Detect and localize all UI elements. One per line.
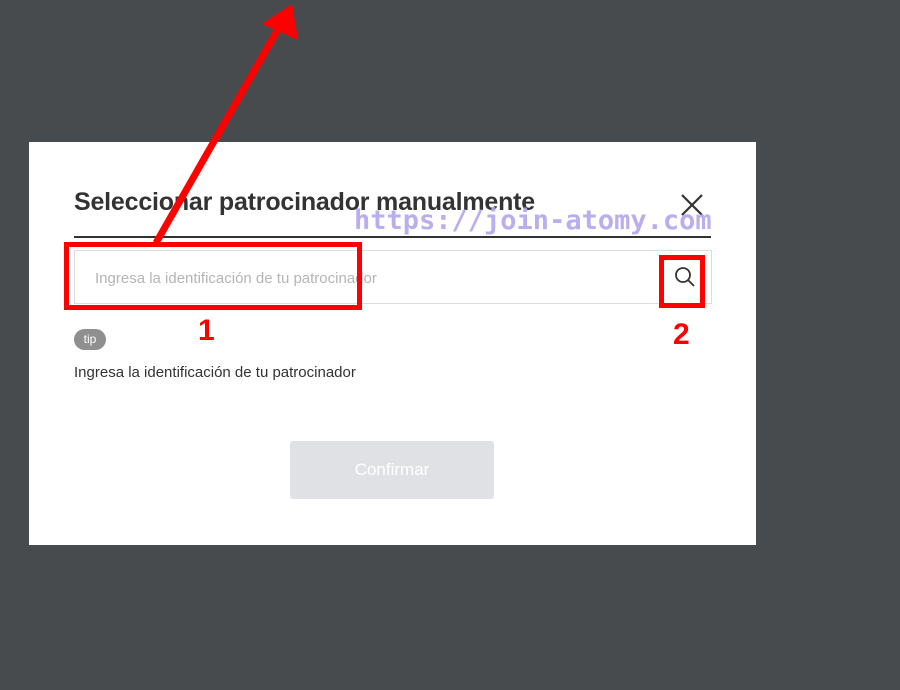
annotation-label-1: 1 [198, 314, 215, 347]
annotation-arrow [152, 4, 298, 245]
annotation-box-input [64, 242, 362, 310]
annotation-box-search [659, 255, 705, 308]
annotation-label-2: 2 [673, 318, 690, 351]
